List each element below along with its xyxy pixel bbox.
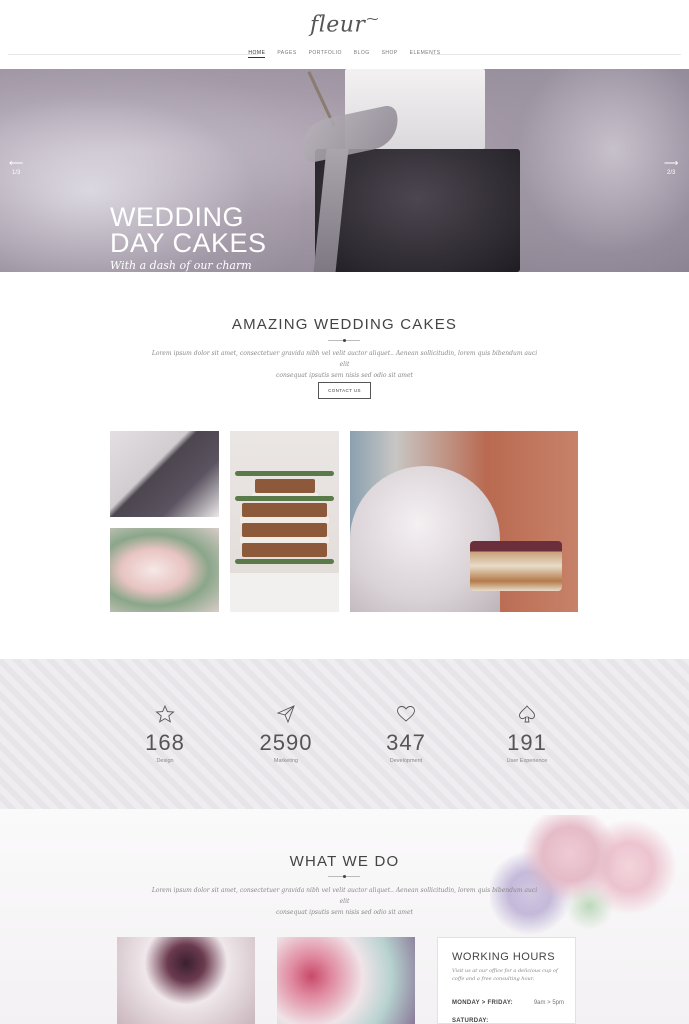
gallery-photo-bride-with-cake[interactable] <box>350 431 578 612</box>
decorative-flowers-image <box>490 815 689 945</box>
amazing-section-title: AMAZING WEDDING CAKES <box>231 316 458 333</box>
what-we-do-description-line1: Lorem ipsum dolor sit amet, consectetuer… <box>151 887 538 905</box>
gallery-photo-naked-cake[interactable] <box>230 431 339 612</box>
logo-flourish-icon: ⁓ <box>366 12 379 26</box>
what-we-do-divider-dot <box>343 875 346 878</box>
what-we-do-description-line2: consequat ipsutis sem nisis sed odio sit… <box>276 909 413 916</box>
stat-user-experience-label: User Experience <box>506 758 548 764</box>
working-hours-row-saturday: SATURDAY: <box>452 1018 564 1024</box>
nav-item-shop[interactable]: SHOP <box>382 50 398 56</box>
nav-item-pages[interactable]: PAGES <box>277 50 296 56</box>
hero-title: WEDDING DAY CAKES <box>110 202 267 258</box>
working-hours-card: WORKING HOURS Visit us at our office for… <box>437 937 576 1024</box>
main-nav: HOME PAGES PORTFOLIO BLOG SHOP ELEMENTS <box>0 50 689 58</box>
site-logo[interactable]: fleur⁓ <box>0 12 689 37</box>
naked-cake-tier-middle <box>242 503 327 517</box>
naked-cake-tier-top <box>255 479 315 493</box>
stats-section: 168 Design 2590 Marketing 347 Developmen… <box>0 659 689 809</box>
hero-subtitle: With a dash of our charm <box>110 259 252 272</box>
star-icon <box>155 704 175 723</box>
logo-text: fleur <box>310 12 366 38</box>
naked-cake-stand <box>230 573 339 612</box>
what-we-do-description: Lorem ipsum dolor sit amet, consectetuer… <box>150 885 539 918</box>
what-we-do-title: WHAT WE DO <box>289 853 400 870</box>
bride-held-cake <box>470 541 562 591</box>
amazing-description-line1: Lorem ipsum dolor sit amet, consectetuer… <box>151 350 538 368</box>
saturday-label: SATURDAY: <box>452 1018 489 1024</box>
hero-next-button[interactable]: ⟶ 2/3 <box>664 158 678 176</box>
working-hours-title: WORKING HOURS <box>452 951 556 963</box>
heart-icon <box>397 706 415 722</box>
amazing-description-line2: consequat ipsutis sem nisis sed odio sit… <box>276 372 413 379</box>
weekdays-time: 9am > 5pm <box>533 1000 564 1006</box>
hero-next-count: 2/3 <box>667 170 676 176</box>
nav-item-elements[interactable]: ELEMENTS <box>410 50 441 56</box>
contact-us-button[interactable]: CONTACT US <box>318 382 371 399</box>
hero-title-line1: WEDDING <box>110 202 244 232</box>
naked-cake-tier-bottom-1 <box>242 523 327 537</box>
hero-prev-button[interactable]: ⟵ 1/3 <box>9 158 23 176</box>
naked-cake-greenery <box>235 496 334 501</box>
hero-prev-count: 1/3 <box>12 170 21 176</box>
naked-cake-greenery <box>235 471 334 476</box>
hero-background-right <box>500 69 689 272</box>
stat-design-value: 168 <box>145 730 185 755</box>
gallery-photo-cake-hands[interactable] <box>110 431 219 517</box>
site-header: fleur⁓ HOME PAGES PORTFOLIO BLOG SHOP EL… <box>0 0 689 68</box>
hero-title-line2: DAY CAKES <box>110 228 267 258</box>
nav-item-blog[interactable]: BLOG <box>354 50 370 56</box>
stat-user-experience-value: 191 <box>507 730 547 755</box>
stat-design-label: Design <box>156 758 174 764</box>
stat-development-label: Development <box>389 758 423 764</box>
service-photo-pastel-cakes[interactable] <box>277 937 415 1024</box>
service-photo-berry-cake[interactable] <box>117 937 255 1024</box>
hero-slider: WEDDING DAY CAKES With a dash of our cha… <box>0 69 689 272</box>
stat-marketing-label: Marketing <box>273 758 299 764</box>
naked-cake-tier-bottom-2 <box>242 543 327 557</box>
stat-development-value: 347 <box>386 730 426 755</box>
arrow-right-icon: ⟶ <box>664 158 679 169</box>
spade-icon <box>519 705 535 723</box>
nav-item-portfolio[interactable]: PORTFOLIO <box>309 50 342 56</box>
paper-plane-icon <box>276 705 295 724</box>
arrow-left-icon: ⟵ <box>9 158 24 169</box>
naked-cake-greenery <box>235 559 334 564</box>
working-hours-text: Visit us at our office for a delicious c… <box>452 968 558 982</box>
gallery-photo-cake-flowers[interactable] <box>110 528 219 612</box>
amazing-description: Lorem ipsum dolor sit amet, consectetuer… <box>150 348 539 381</box>
nav-item-home[interactable]: HOME <box>248 50 266 58</box>
weekdays-label: MONDAY > FRIDAY: <box>452 1000 513 1006</box>
amazing-divider-dot <box>343 339 346 342</box>
working-hours-row-weekdays: MONDAY > FRIDAY: 9am > 5pm <box>452 1000 564 1006</box>
stat-marketing-value: 2590 <box>259 730 313 755</box>
